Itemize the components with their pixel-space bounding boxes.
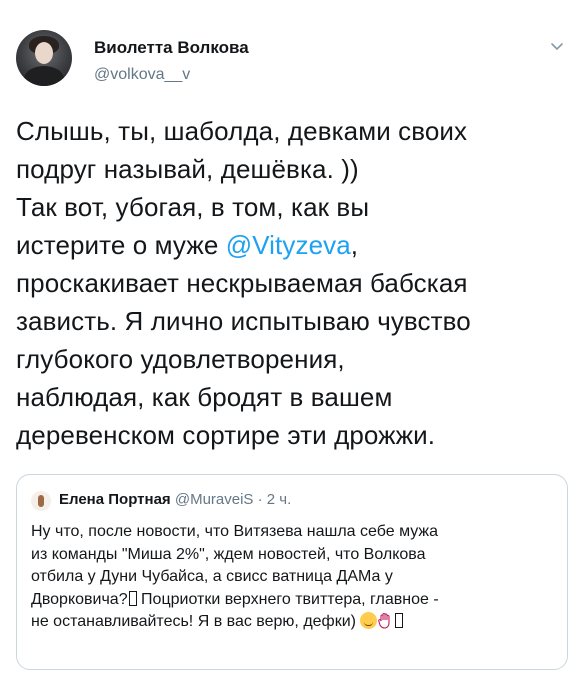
tweet-text-segment: истерите о муже [16, 230, 226, 260]
quoted-tweet[interactable]: Елена Портная @MuraveiS · 2 ч. Ну что, п… [16, 474, 568, 670]
smiling-face-emoji-icon [360, 612, 378, 629]
quote-text-line: отбила у Дуни Чубайса, а свисс ватница Д… [31, 568, 393, 585]
tweet-text: Слышь, ты, шаболда, девками своих подруг… [16, 112, 576, 454]
tweet-text-line: зависть. Я лично испытываю чувство [16, 306, 471, 336]
quote-text-line: Ну что, после новости, что Витязева нашл… [31, 523, 439, 540]
quote-author-avatar-icon [31, 491, 51, 511]
tweet-text-segment: , [350, 230, 359, 260]
chevron-down-icon[interactable] [550, 42, 564, 52]
quote-text-line: Дворковича? Поцриотки верхнего твиттера,… [31, 589, 561, 612]
tweet-text-line: глубокого удовлетворения, [16, 344, 345, 374]
raised-hand-emoji-icon [378, 612, 390, 629]
tweet-text-line: проскакивает нескрываемая бабская [16, 268, 468, 298]
quote-text-line: не останавливайтесь! Я в вас верю, дефки… [31, 611, 561, 634]
tweet-text-line: Слышь, ты, шаболда, девками своих [16, 116, 468, 146]
quote-text-segment: Дворковича? [31, 590, 128, 608]
quote-time: 2 ч. [266, 491, 292, 508]
quote-text-line: из команды "Миша 2%", ждем новостей, что… [31, 545, 426, 563]
quote-header: Елена Портная @MuraveiS · 2 ч. [59, 491, 291, 508]
quote-author-handle: @MuraveiS [174, 491, 254, 508]
author-name[interactable]: Виолетта Волкова [94, 38, 249, 58]
missing-glyph-icon [395, 613, 404, 628]
quote-author-name: Елена Портная [59, 491, 171, 508]
quote-text-segment: не останавливайтесь! Я в вас верю, дефки… [31, 613, 361, 630]
quote-text: Ну что, после новости, что Витязева нашл… [31, 521, 561, 634]
quote-text-segment: Поцриотки верхнего твиттера, главное - [136, 590, 439, 608]
missing-glyph-icon [128, 590, 137, 606]
tweet-text-line: истерите о муже @Vityzeva, [16, 226, 576, 264]
author-handle[interactable]: @volkova__v [94, 66, 190, 84]
mention-link[interactable]: @Vityzeva [226, 230, 351, 260]
user-avatar-icon[interactable] [16, 30, 72, 86]
quote-separator: · [253, 491, 267, 508]
tweet-text-line: деревенском сортире эти дрожжи. [16, 420, 436, 450]
tweet-text-line: подруг называй, дешёвка. )) [16, 154, 359, 184]
avatar-face [35, 42, 53, 64]
avatar-body [24, 66, 64, 86]
tweet-text-line: Так вот, убогая, в том, как вы [16, 192, 370, 222]
tweet-text-line: наблюдая, как бродят в вашем [16, 382, 393, 412]
